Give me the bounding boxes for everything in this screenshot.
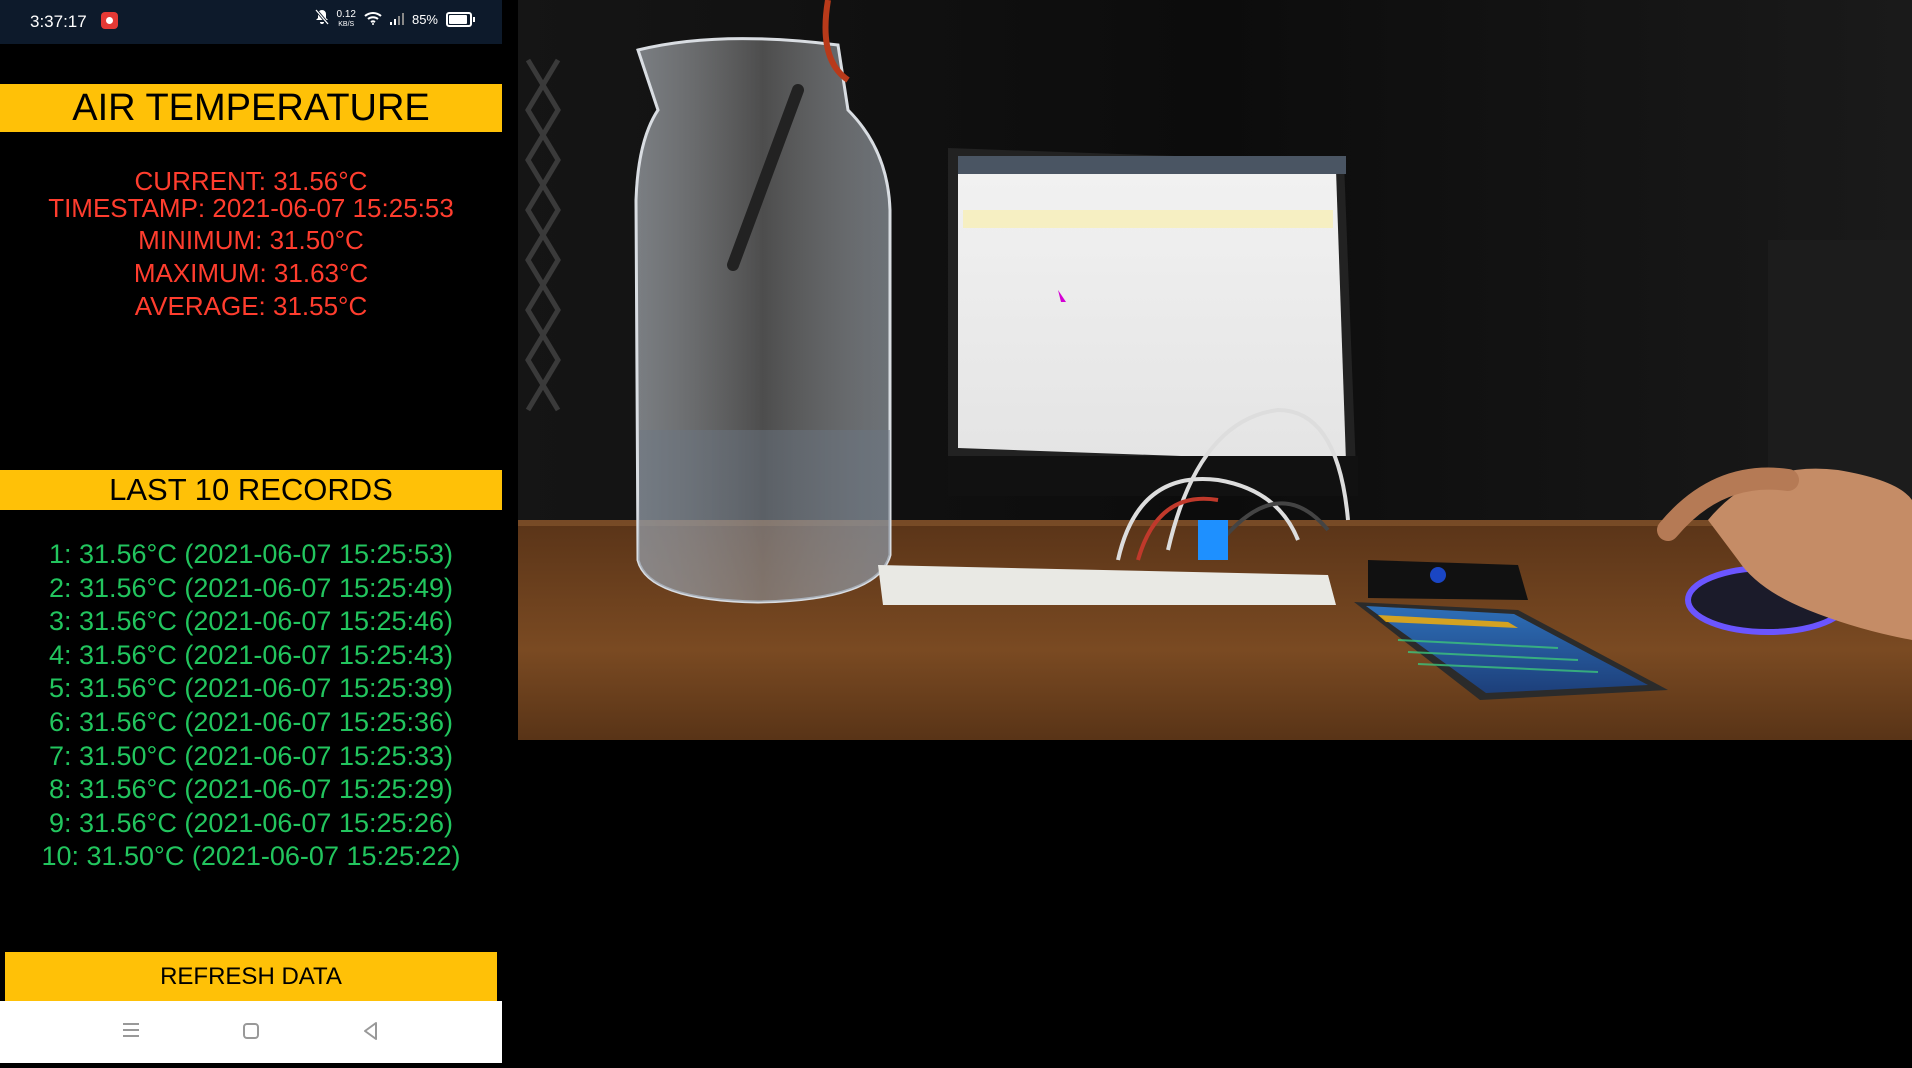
stat-maximum: MAXIMUM: 31.63°C: [133, 258, 369, 288]
temperature-stats: CURRENT: 31.56°C TIMESTAMP: 2021-06-07 1…: [0, 168, 502, 320]
list-item: 7: 31.50°C (2021-06-07 15:25:33): [48, 740, 454, 771]
records-heading: LAST 10 RECORDS: [0, 470, 502, 510]
list-item: 10: 31.50°C (2021-06-07 15:25:22): [41, 841, 461, 872]
list-item: 1: 31.56°C (2021-06-07 15:25:53): [48, 539, 454, 569]
status-bar: 3:37:17 0.12 KB/S 85%: [0, 0, 502, 44]
list-item: 4: 31.56°C (2021-06-07 15:25:43): [48, 639, 454, 670]
stat-timestamp: TIMESTAMP: 2021-06-07 15:25:53: [48, 193, 454, 223]
android-nav-bar: [0, 1001, 502, 1063]
menu-icon[interactable]: [120, 1021, 142, 1043]
page-title: AIR TEMPERATURE: [0, 84, 502, 132]
phone-edge: [502, 0, 518, 1068]
list-item: 8: 31.56°C (2021-06-07 15:25:29): [48, 774, 454, 805]
net-speed-unit: KB/S: [338, 20, 355, 28]
battery-icon: [446, 12, 475, 27]
stat-minimum: MINIMUM: 31.50°C: [138, 225, 364, 255]
mute-bell-icon: [314, 9, 329, 30]
status-icons: 0.12 KB/S 85%: [314, 8, 475, 30]
back-icon[interactable]: [360, 1021, 382, 1043]
list-item: 5: 31.56°C (2021-06-07 15:25:39): [48, 673, 454, 704]
signal-icon: [389, 10, 404, 30]
battery-percent: 85%: [411, 12, 438, 27]
phone-screen: 3:37:17 0.12 KB/S 85% AIR TEMPERATURE CU…: [0, 0, 502, 1063]
stat-average: AVERAGE: 31.55°C: [134, 291, 368, 321]
list-item: 9: 31.56°C (2021-06-07 15:25:26): [48, 807, 454, 838]
screen-record-icon: [101, 12, 118, 29]
stat-current: CURRENT: 31.56°C: [134, 166, 368, 196]
home-icon[interactable]: [240, 1021, 262, 1043]
list-item: 2: 31.56°C (2021-06-07 15:25:49): [48, 572, 454, 603]
net-speed-value: 0.12: [336, 8, 356, 20]
refresh-data-button[interactable]: REFRESH DATA: [5, 952, 497, 1001]
status-time: 3:37:17: [30, 12, 87, 31]
records-list: 1: 31.56°C (2021-06-07 15:25:53) 2: 31.5…: [0, 538, 502, 874]
list-item: 3: 31.56°C (2021-06-07 15:25:46): [48, 606, 454, 637]
wifi-icon: [364, 10, 382, 30]
list-item: 6: 31.56°C (2021-06-07 15:25:36): [48, 706, 454, 737]
camera-photo: [518, 0, 1912, 783]
net-speed: 0.12 KB/S: [336, 8, 356, 30]
